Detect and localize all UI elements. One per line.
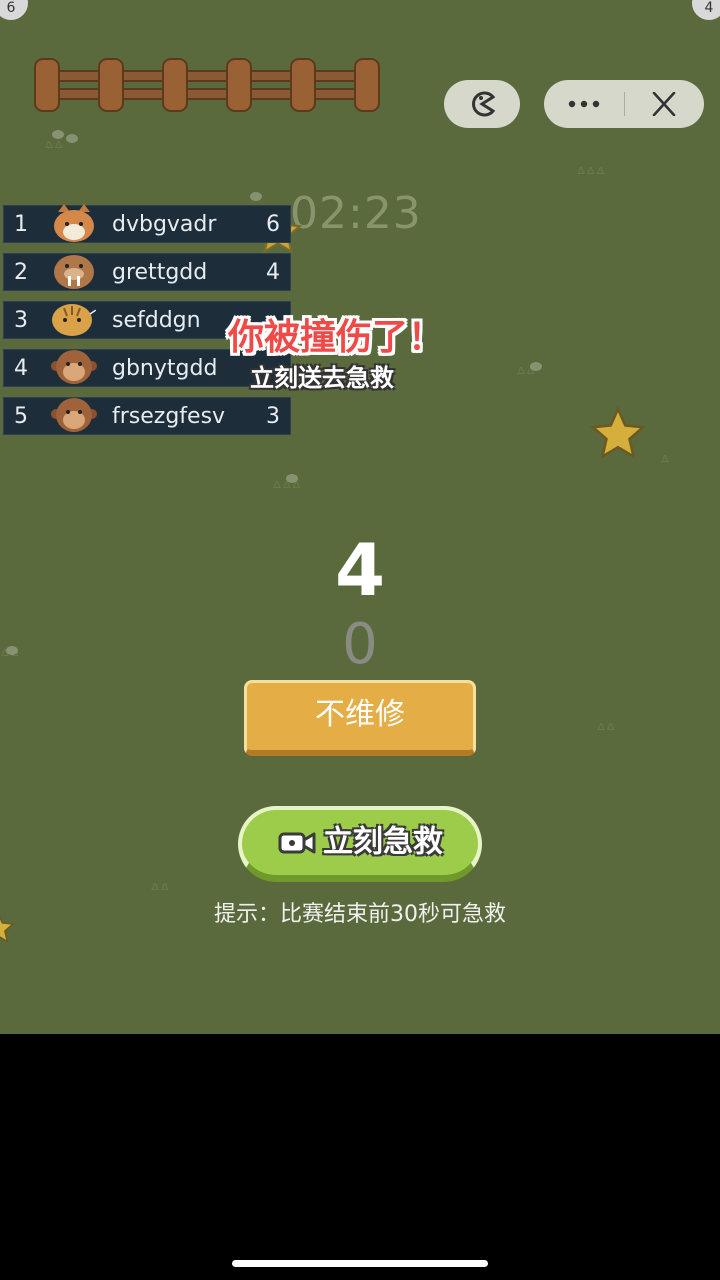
close-icon[interactable]: [650, 92, 678, 116]
corner-badge-left: 6: [0, 0, 28, 20]
player-name: frsezgfesv: [112, 404, 226, 429]
pebble-decor: [52, 130, 64, 139]
leaderboard-row: 2 grettgdd 4: [3, 253, 291, 291]
game-menu-button[interactable]: [444, 80, 520, 128]
rank-number: 3: [14, 308, 28, 333]
countdown-next: 0: [342, 612, 378, 677]
monkey-icon: [51, 398, 97, 432]
game-area[interactable]: ᐞᐞ ᐞᐞᐞ ᐞᐞ ᐞᐞᐞ ᐞᐞ ᐞᐞ ᐞᐞ ᐞ 6 4 02:23 1 dvb…: [0, 0, 720, 1034]
more-icon[interactable]: [562, 92, 606, 116]
rescue-now-label: 立刻急救: [323, 824, 443, 860]
home-indicator[interactable]: [232, 1260, 488, 1267]
player-name: dvbgvadr: [112, 212, 217, 237]
wooden-fence: [34, 58, 380, 112]
player-score: 4: [266, 260, 280, 285]
player-score: 6: [266, 212, 280, 237]
grass-decor: ᐞᐞᐞ: [576, 164, 606, 185]
grass-decor: ᐞ: [660, 452, 670, 473]
leaderboard-row: 1 dvbgvadr 6: [3, 204, 291, 243]
pebble-decor: [66, 134, 78, 143]
mini-program-capsule: [544, 80, 704, 128]
grass-decor: ᐞᐞ: [596, 720, 616, 741]
countdown-current: 4: [334, 528, 386, 612]
rescue-now-button[interactable]: 立刻急救: [238, 806, 482, 882]
monkey-icon: [51, 350, 97, 384]
no-repair-button[interactable]: 不维修: [244, 680, 476, 756]
pebble-decor: [250, 192, 262, 201]
rank-number: 1: [14, 212, 28, 237]
player-score: 3: [266, 404, 280, 429]
hurt-title: 你被撞伤了！: [228, 317, 445, 358]
pebble-decor: [530, 362, 542, 371]
leaderboard-row: 5 frsezgfesv 3: [3, 397, 291, 435]
pacman-icon: [472, 91, 496, 117]
rank-number: 4: [14, 356, 28, 381]
rescue-hint: 提示：比赛结束前30秒可急救: [214, 902, 506, 927]
walrus-icon: [54, 255, 94, 289]
pebble-decor: [286, 474, 298, 483]
rank-number: 5: [14, 404, 28, 429]
player-name: gbnytgdd: [112, 356, 218, 381]
capsule-divider: [624, 92, 625, 116]
match-timer: 02:23: [290, 188, 422, 239]
rank-number: 2: [14, 260, 28, 285]
grass-decor: ᐞᐞ: [44, 138, 64, 159]
hurt-subtitle: 立刻送去急救: [250, 364, 394, 392]
star-icon: [589, 405, 647, 460]
corner-badge-right: 4: [692, 0, 720, 20]
player-name: sefddgn: [112, 308, 201, 333]
video-ad-icon: [278, 832, 316, 853]
player-name: grettgdd: [112, 260, 208, 285]
cat-icon: [54, 204, 94, 242]
tiger-icon: [52, 304, 97, 336]
